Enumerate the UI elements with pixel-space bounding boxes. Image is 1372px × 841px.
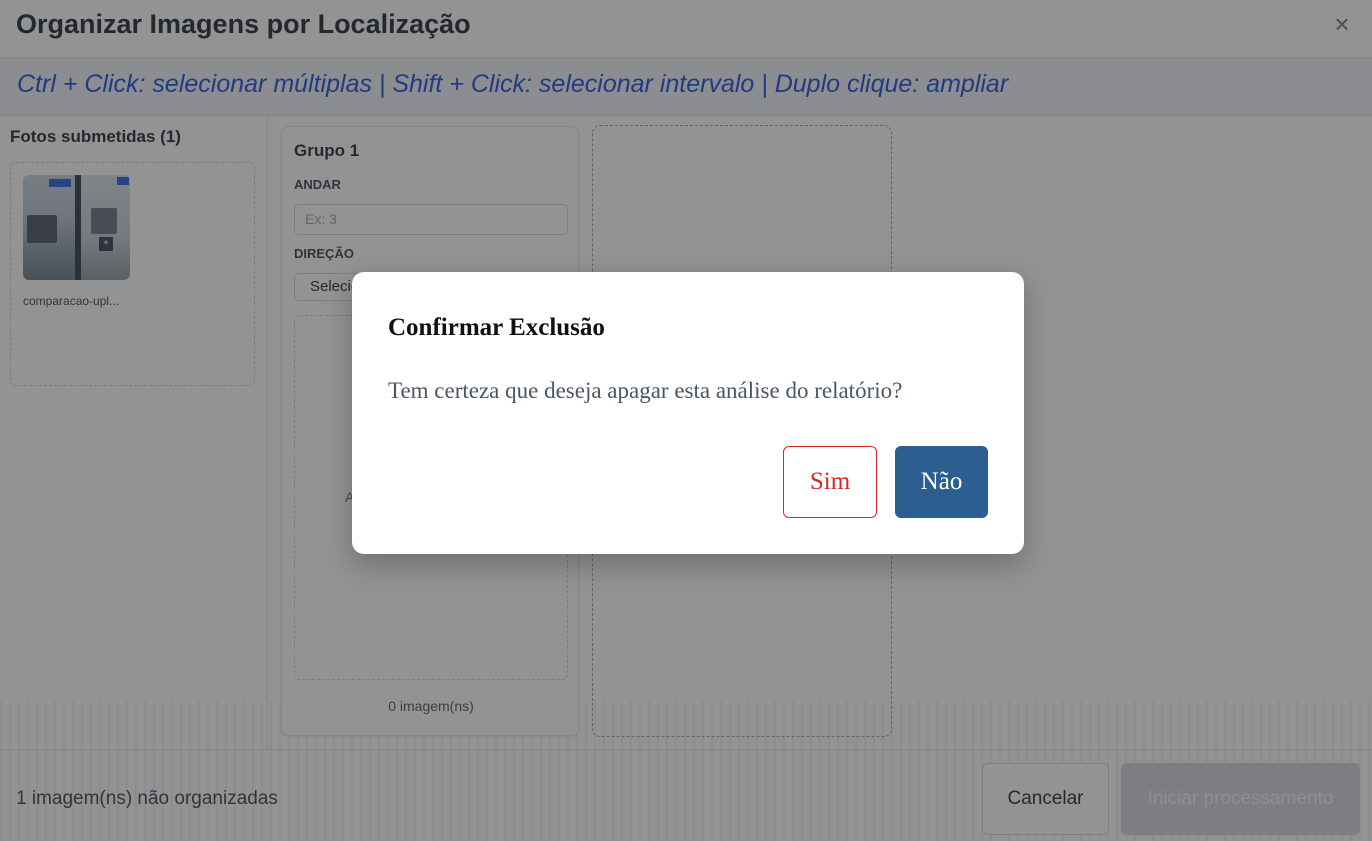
no-button[interactable]: Não xyxy=(895,446,988,518)
modal-message: Tem certeza que deseja apagar esta análi… xyxy=(388,378,903,403)
modal-title: Confirmar Exclusão xyxy=(388,314,605,341)
confirm-delete-modal: Confirmar Exclusão Tem certeza que desej… xyxy=(352,272,1024,554)
yes-button[interactable]: Sim xyxy=(783,446,877,518)
